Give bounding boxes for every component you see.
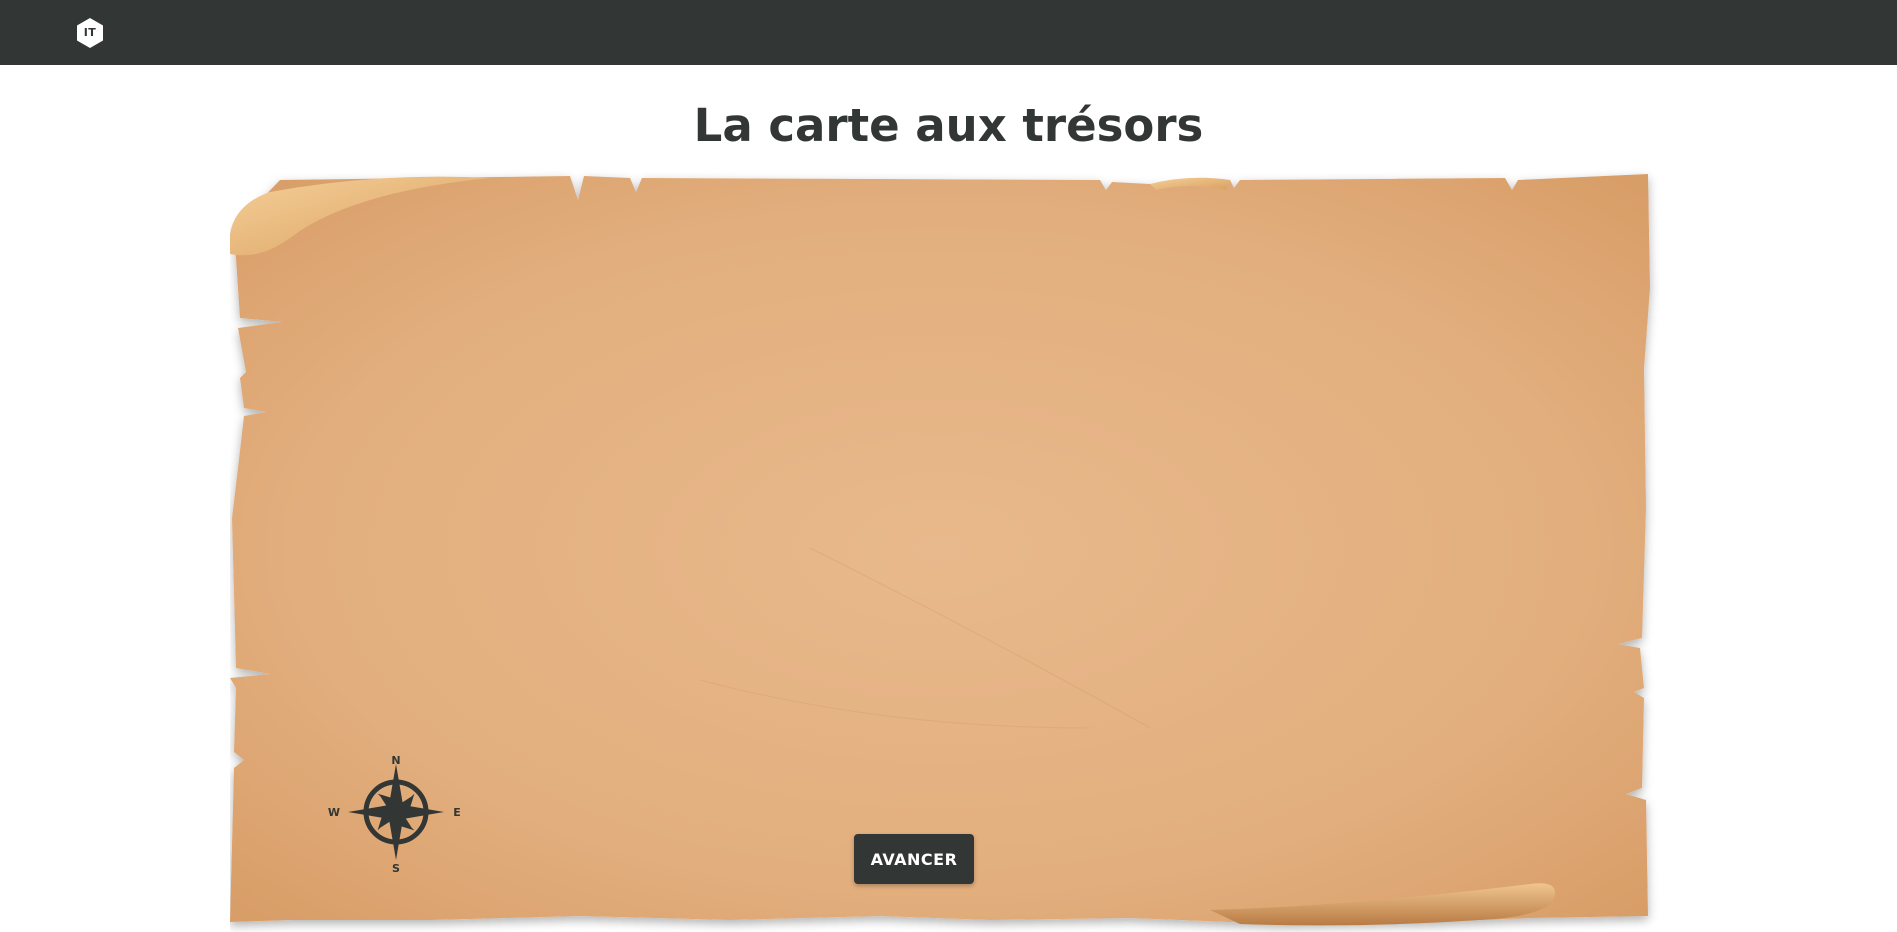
- logo[interactable]: IT: [74, 17, 106, 49]
- compass-south-label: S: [392, 862, 400, 874]
- compass-east-label: E: [453, 806, 461, 819]
- top-navigation-bar: IT: [0, 0, 1897, 65]
- page-title: La carte aux trésors: [693, 99, 1204, 152]
- advance-button[interactable]: AVANCER: [854, 834, 974, 884]
- compass-north-label: N: [391, 754, 400, 767]
- compass-rose-icon: N S E W: [326, 754, 466, 875]
- compass-west-label: W: [328, 806, 340, 819]
- logo-text: IT: [83, 26, 97, 39]
- treasure-map: N S E W: [230, 168, 1660, 932]
